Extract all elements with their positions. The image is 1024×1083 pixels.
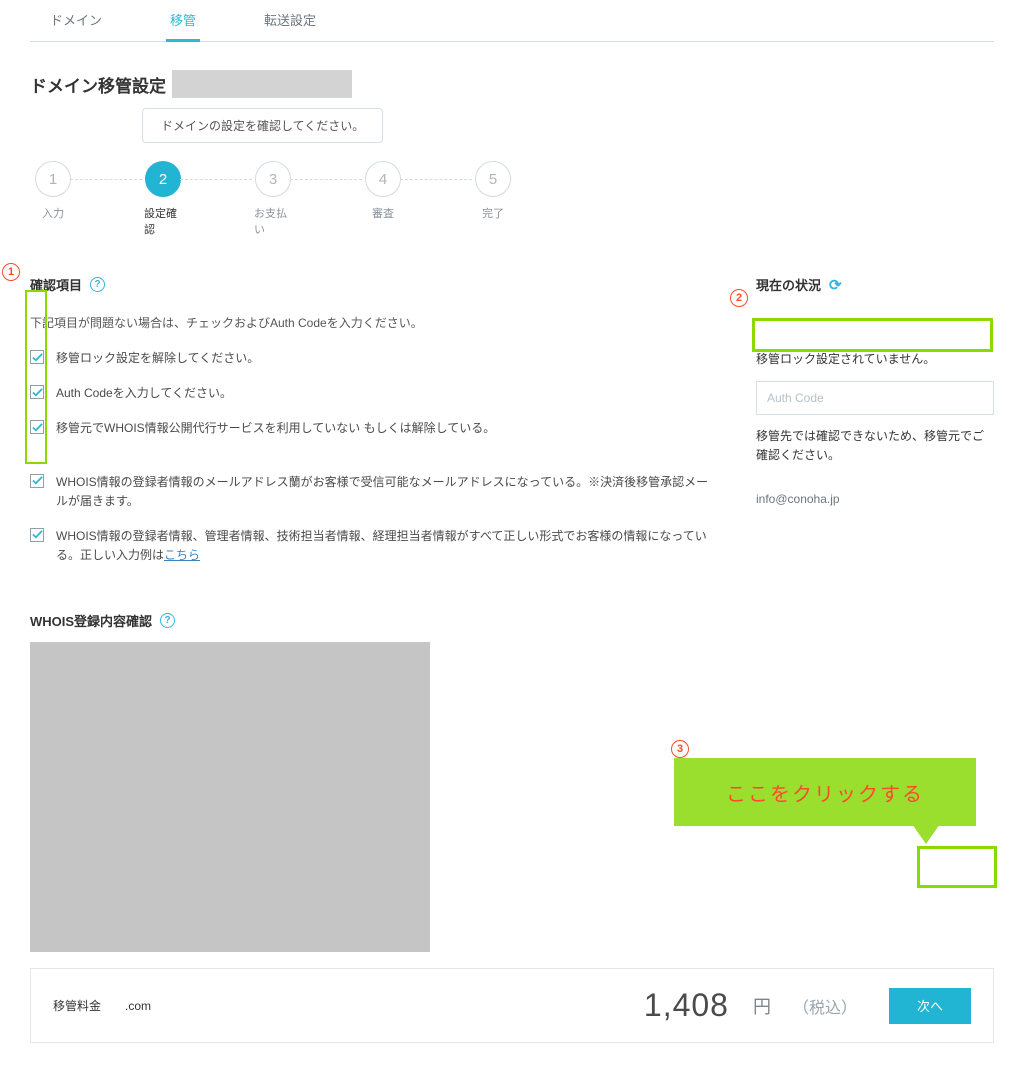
refresh-icon[interactable]: ⟳ <box>829 276 842 294</box>
tab-bar: ドメイン 移管 転送設定 <box>30 0 994 42</box>
status-lock: 移管ロック設定されていません。 <box>756 350 994 369</box>
step-3-label: お支払い <box>254 205 292 237</box>
whois-heading: WHOIS登録内容確認 <box>30 611 152 630</box>
status-heading: 現在の状況 <box>756 275 821 294</box>
step-5: 5 完了 <box>474 161 512 221</box>
annotation-badge-3: 3 <box>671 740 689 758</box>
auth-code-input[interactable] <box>756 381 994 415</box>
tab-domain[interactable]: ドメイン <box>46 0 106 42</box>
check-text-whois-proxy: 移管元でWHOIS情報公開代行サービスを利用していない もしくは解除している。 <box>56 419 495 438</box>
hint-bubble: ドメインの設定を確認してください。 <box>142 108 383 143</box>
step-1-label: 入力 <box>42 205 64 221</box>
fee-value: 1,408 <box>644 987 729 1024</box>
step-5-circle: 5 <box>475 161 511 197</box>
annotation-badge-2: 2 <box>730 289 748 307</box>
check-icon <box>32 475 43 486</box>
help-icon[interactable]: ? <box>160 613 175 628</box>
annotation-callout: ここをクリックする <box>674 758 976 826</box>
help-icon[interactable]: ? <box>90 277 105 292</box>
checkbox-whois-proxy[interactable] <box>30 420 44 434</box>
check-text-authcode: Auth Codeを入力してください。 <box>56 384 232 403</box>
fee-label: 移管料金 <box>53 997 101 1014</box>
whois-example-link[interactable]: こちら <box>164 548 200 562</box>
step-2-label: 設定確認 <box>144 205 182 237</box>
checkbox-whois-email[interactable] <box>30 474 44 488</box>
fee-unit: 円 <box>753 993 771 1019</box>
checkbox-authcode[interactable] <box>30 385 44 399</box>
fee-bar: 移管料金 .com 1,408 円 （税込） 次へ <box>30 968 994 1043</box>
annotation-badge-1: 1 <box>2 263 20 281</box>
check-text-whois-format: WHOIS情報の登録者情報、管理者情報、技術担当者情報、経理担当者情報がすべて正… <box>56 527 716 565</box>
status-email: info@conoha.jp <box>756 490 994 509</box>
check-icon <box>32 422 43 433</box>
fee-domain: .com <box>125 999 151 1013</box>
check-items-intro: 下記項目が問題ない場合は、チェックおよびAuth Codeを入力ください。 <box>30 314 716 331</box>
step-4-circle: 4 <box>365 161 401 197</box>
checkbox-lock[interactable] <box>30 350 44 364</box>
tab-forwarding[interactable]: 転送設定 <box>260 0 320 42</box>
page-title: ドメイン移管設定 <box>30 70 166 97</box>
whois-content-redacted <box>30 642 430 952</box>
step-1: 1 入力 <box>34 161 72 221</box>
step-3: 3 お支払い <box>254 161 292 237</box>
annotation-highlight-next <box>917 846 997 888</box>
check-text-lock: 移管ロック設定を解除してください。 <box>56 349 259 368</box>
check-icon <box>32 529 43 540</box>
step-5-label: 完了 <box>482 205 504 221</box>
next-button[interactable]: 次へ <box>889 988 971 1024</box>
checkbox-whois-format[interactable] <box>30 528 44 542</box>
step-4-label: 審査 <box>372 205 394 221</box>
step-3-circle: 3 <box>255 161 291 197</box>
redacted-domain <box>172 70 352 98</box>
check-icon <box>32 352 43 363</box>
tab-transfer[interactable]: 移管 <box>166 0 200 42</box>
check-items-heading: 確認項目 <box>30 275 82 294</box>
progress-stepper: 1 入力 2 設定確認 3 お支払い 4 審査 5 完了 <box>34 161 994 237</box>
status-note: 移管先では確認できないため、移管元でご確認ください。 <box>756 427 994 465</box>
step-4: 4 審査 <box>364 161 402 221</box>
step-2-circle: 2 <box>145 161 181 197</box>
step-1-circle: 1 <box>35 161 71 197</box>
check-text-whois-email: WHOIS情報の登録者情報のメールアドレス蘭がお客様で受信可能なメールアドレスに… <box>56 473 716 511</box>
fee-tax: （税込） <box>793 994 857 1018</box>
step-2: 2 設定確認 <box>144 161 182 237</box>
check-icon <box>32 387 43 398</box>
